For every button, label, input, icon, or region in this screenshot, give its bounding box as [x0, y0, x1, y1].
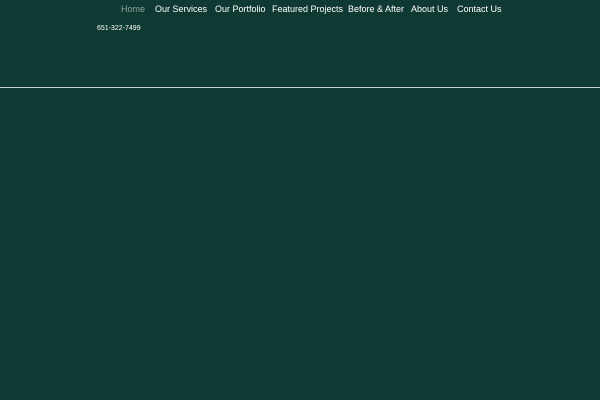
nav-item-before-after[interactable]: Before & After	[348, 4, 404, 15]
nav-item-contact-us[interactable]: Contact Us	[457, 4, 502, 15]
nav-item-home[interactable]: Home	[121, 4, 145, 15]
nav-item-about-us[interactable]: About Us	[411, 4, 448, 15]
main-navigation: Home Our Services Our Portfolio Featured…	[0, 0, 600, 18]
page: Home Our Services Our Portfolio Featured…	[0, 0, 600, 400]
site-header: Home Our Services Our Portfolio Featured…	[0, 0, 600, 87]
nav-item-featured-projects[interactable]: Featured Projects	[272, 4, 343, 15]
phone-number[interactable]: 651-322-7499	[97, 24, 141, 33]
nav-item-our-services[interactable]: Our Services	[155, 4, 207, 15]
nav-item-our-portfolio[interactable]: Our Portfolio	[215, 4, 266, 15]
main-content	[0, 88, 600, 400]
